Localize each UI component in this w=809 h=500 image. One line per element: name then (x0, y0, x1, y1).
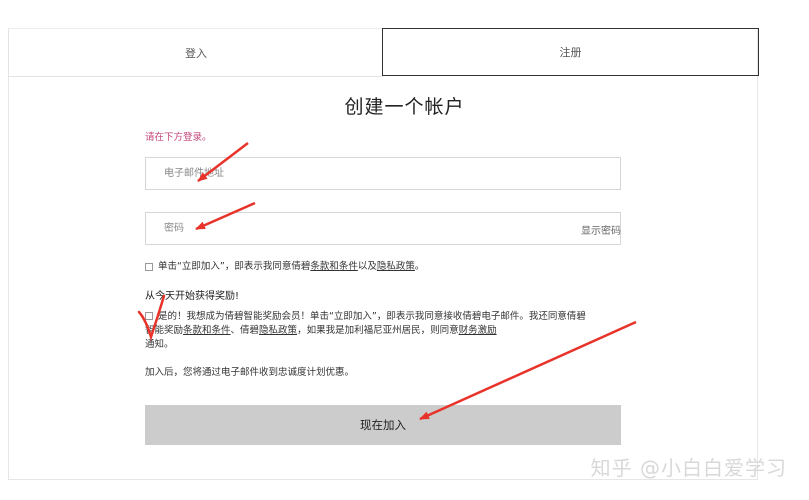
rewards-terms-link[interactable]: 条款和条件 (183, 325, 231, 336)
rewards-checkbox[interactable] (145, 311, 153, 320)
terms-prefix: 单击“立即加入”，即表示我同意倩碧 (158, 261, 311, 272)
show-password-toggle[interactable]: 显示密码 (581, 222, 621, 237)
terms-suffix: 。 (414, 261, 425, 272)
terms-link[interactable]: 条款和条件 (310, 261, 358, 272)
password-field[interactable]: 显示密码 (145, 212, 621, 245)
rewards-text-2: 、倩碧 (230, 325, 260, 336)
tab-register[interactable]: 注册 (382, 28, 759, 76)
page-title: 创建一个帐户 (344, 96, 465, 118)
financial-incentive-link[interactable]: 财务激励 (459, 325, 497, 336)
password-input[interactable] (146, 213, 564, 244)
email-field[interactable] (145, 157, 621, 190)
join-now-button[interactable]: 现在加入 (145, 405, 621, 445)
terms-checkbox[interactable] (145, 262, 153, 271)
terms-consent: 单击“立即加入”，即表示我同意倩碧条款和条件以及隐私政策。 (145, 258, 424, 272)
privacy-link[interactable]: 隐私政策 (377, 261, 415, 272)
loyalty-note: 加入后，您将通过电子邮件收到忠诚度计划优惠。 (145, 367, 355, 378)
auth-tabs: 登入 注册 (8, 28, 759, 77)
tab-login[interactable]: 登入 (8, 28, 383, 77)
rewards-heading: 从今天开始获得奖励! (145, 291, 240, 302)
email-input[interactable] (146, 158, 564, 189)
terms-middle: 以及 (357, 261, 377, 272)
rewards-consent: 是的！我想成为倩碧智能奖励会员！单击“立即加入”，即表示我同意接收倩碧电子邮件。… (145, 310, 595, 352)
rewards-text-4: 通知。 (145, 339, 174, 350)
watermark: 知乎 @小白白爱学习 (590, 456, 787, 480)
login-hint: 请在下方登录。 (145, 132, 212, 143)
rewards-privacy-link[interactable]: 隐私政策 (259, 325, 297, 336)
rewards-text-3: ，如果我是加利福尼亚州居民，则同意 (297, 325, 459, 336)
